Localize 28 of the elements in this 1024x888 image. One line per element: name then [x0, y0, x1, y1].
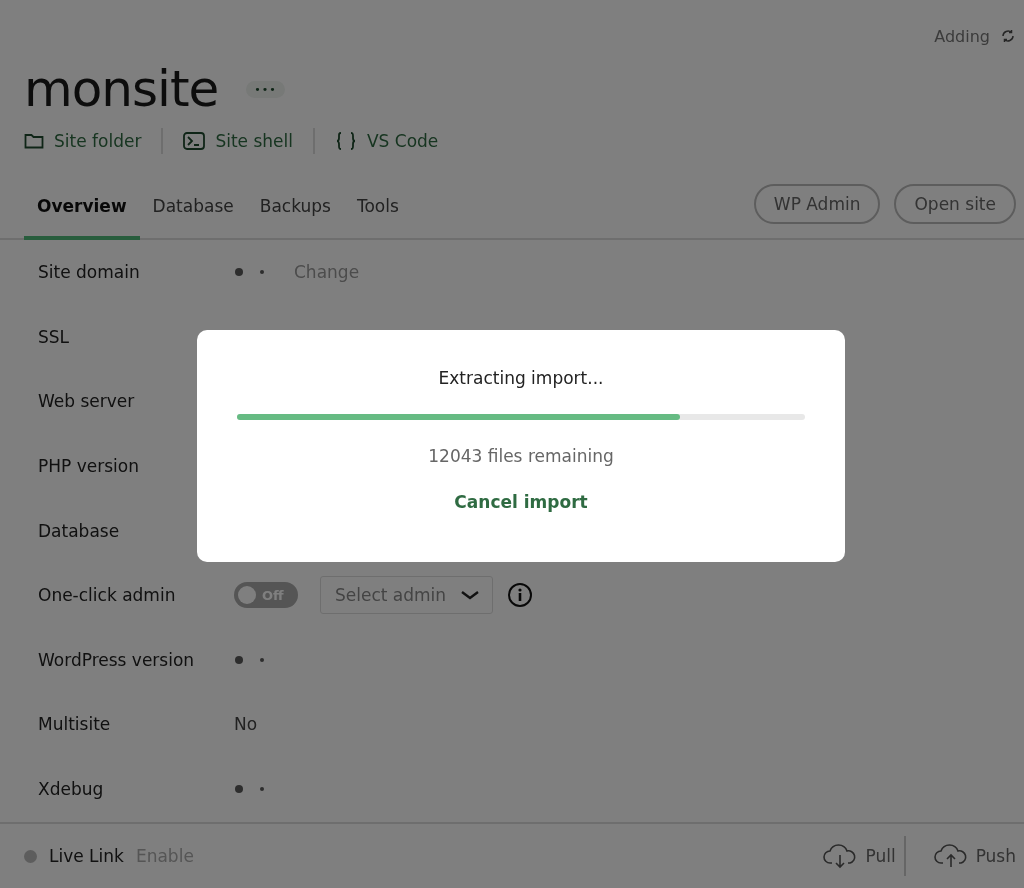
field-label: Database	[38, 520, 121, 541]
tab[interactable]: Tools	[343, 196, 412, 240]
live-link-label: Live Link	[49, 846, 124, 866]
field-label: Multisite	[38, 714, 112, 735]
header-button[interactable]: WP Admin	[753, 184, 881, 224]
pull-button[interactable]: Pull	[795, 843, 904, 869]
quick-link[interactable]: VS Code	[335, 131, 439, 151]
header-button[interactable]: Open site	[894, 184, 1016, 224]
field-label: SSL	[38, 326, 71, 347]
tab[interactable]: Backups	[246, 196, 344, 240]
site-title: monsite	[24, 60, 219, 118]
quick-link[interactable]: Site shell	[183, 131, 293, 151]
field-label: Site domain	[38, 262, 141, 283]
more-button[interactable]: •••	[246, 80, 285, 98]
quick-link[interactable]: Site folder	[24, 131, 142, 151]
tab[interactable]: Overview	[24, 196, 140, 240]
field-label: PHP version	[38, 456, 140, 477]
field-label: One-click admin	[38, 585, 177, 606]
status-text: Adding	[934, 26, 990, 46]
remaining-text: 12043 files remaining	[428, 446, 614, 466]
cancel-link[interactable]: Cancel import	[454, 492, 588, 512]
field-label: Web server	[38, 391, 136, 412]
tab[interactable]: Database	[139, 196, 247, 240]
admin-select[interactable]: Select admin	[320, 576, 494, 615]
field-value: No	[234, 714, 258, 735]
field-label: WordPress version	[38, 649, 196, 670]
dialog-title: Extracting import...	[438, 368, 604, 388]
field-label: Xdebug	[38, 779, 105, 800]
